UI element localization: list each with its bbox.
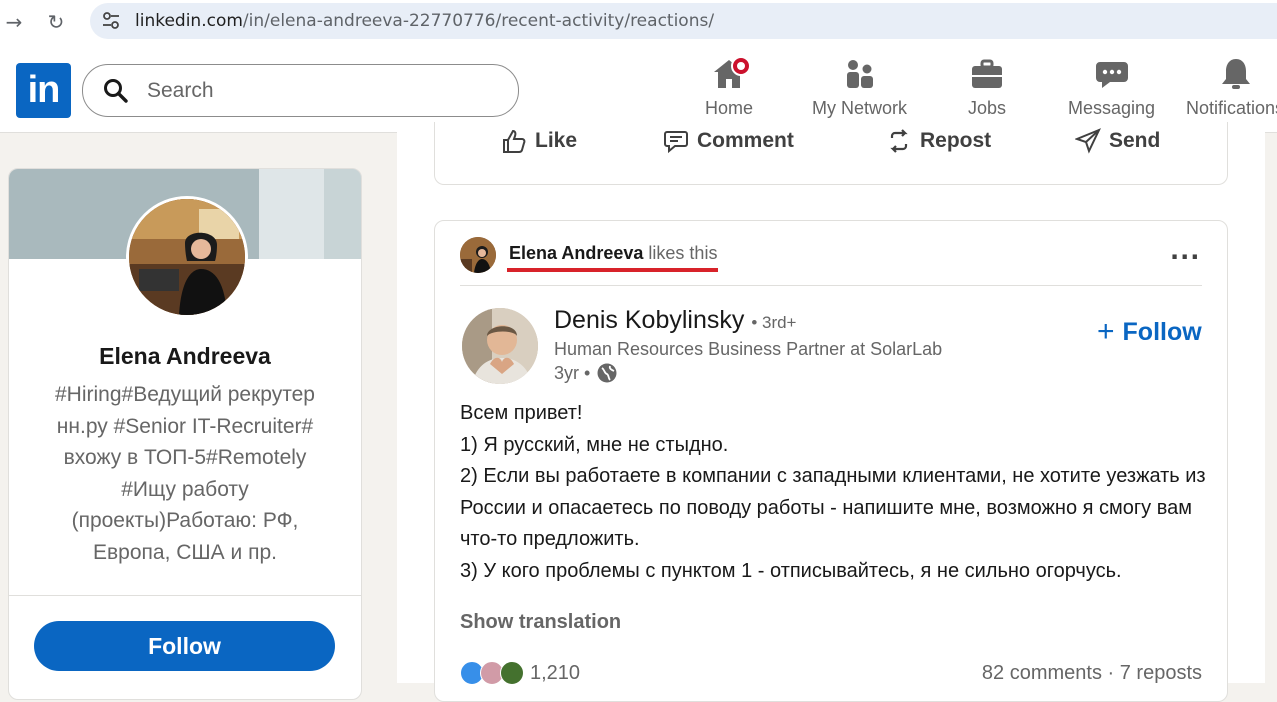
post-time-text: 3yr • [554, 362, 591, 383]
nav-jobs[interactable]: Jobs [968, 56, 1006, 126]
post-line: 1) Я русский, мне не стыдно. [460, 433, 729, 456]
divider [9, 595, 361, 596]
nav-my-network[interactable]: My Network [812, 56, 907, 126]
messaging-icon [1095, 62, 1128, 88]
forward-icon[interactable]: → [0, 8, 28, 36]
liker-line: Elena Andreeva likes this [509, 243, 717, 264]
author-name-line[interactable]: Denis Kobylinsky • 3rd+ [554, 306, 797, 335]
previous-post-actions: Like Comment Repost Send [434, 122, 1228, 185]
author-title: Human Resources Business Partner at Sola… [554, 339, 943, 359]
connection-degree: • 3rd+ [751, 313, 797, 332]
follow-author-label: Follow [1122, 317, 1202, 346]
nav-messaging[interactable]: Messaging [1068, 56, 1155, 126]
send-button[interactable]: Send [1075, 126, 1160, 156]
repost-label: Repost [920, 129, 992, 152]
profile-follow-button[interactable]: Follow [34, 621, 335, 671]
reload-icon[interactable]: ↻ [42, 8, 70, 36]
comment-button[interactable]: Comment [663, 126, 794, 156]
url-text[interactable]: linkedin.com/in/elena-andreeva-22770776/… [135, 11, 714, 31]
profile-name[interactable]: Elena Andreeva [9, 343, 361, 370]
support-reaction-icon [500, 661, 524, 685]
search-icon [104, 79, 128, 103]
comments-reposts-count[interactable]: 82 comments · 7 reposts [982, 662, 1202, 685]
like-label: Like [535, 129, 578, 152]
send-icon [1075, 128, 1101, 154]
profile-avatar[interactable] [126, 196, 248, 318]
post-time: 3yr • [554, 362, 618, 384]
more-options-icon[interactable]: ··· [1170, 243, 1200, 271]
search-input[interactable] [145, 75, 489, 107]
nav-home-label: Home [705, 98, 754, 118]
reactions-summary[interactable]: 1,210 [460, 661, 580, 685]
post-card: Elena Andreeva likes this ··· Denis Koby… [434, 220, 1228, 702]
globe-icon [597, 363, 617, 383]
linkedin-logo[interactable]: in [16, 63, 71, 118]
reaction-count: 1,210 [530, 661, 581, 684]
bell-icon [1222, 59, 1250, 89]
repost-icon [890, 129, 908, 153]
activity-feed: Like Comment Repost Send Elena Andreeva … [397, 122, 1265, 702]
like-icon [503, 129, 526, 153]
comment-label: Comment [697, 129, 794, 152]
liker-name[interactable]: Elena Andreeva [509, 243, 643, 263]
address-bar[interactable]: linkedin.com/in/elena-andreeva-22770776/… [90, 3, 1277, 39]
liker-action: likes this [648, 243, 718, 263]
nav-notifications-label: Notifications [1186, 98, 1277, 118]
like-button[interactable]: Like [501, 126, 577, 156]
browser-toolbar: → ↻ linkedin.com/in/elena-andreeva-22770… [0, 0, 1277, 45]
comment-icon [664, 131, 688, 154]
linkedin-header: in Home My Network [0, 44, 1277, 133]
post-line: 2) Если вы работаете в компании с западн… [460, 465, 1206, 551]
author-avatar[interactable] [462, 308, 538, 384]
network-icon [846, 60, 873, 88]
plus-icon: + [1097, 315, 1115, 348]
profile-headline: #Hiring#Ведущий рекрутер нн.ру #Senior I… [55, 383, 315, 564]
liker-avatar[interactable] [460, 237, 496, 273]
repost-button[interactable]: Repost [886, 126, 991, 156]
post-text: Всем привет! 1) Я русский, мне не стыдно… [460, 398, 1220, 588]
profile-photo [129, 199, 245, 315]
nav-my-network-label: My Network [812, 98, 908, 118]
highlight-underline [507, 268, 718, 272]
profile-card: Elena Andreeva #Hiring#Ведущий рекрутер … [8, 168, 362, 700]
briefcase-icon [972, 59, 1003, 88]
nav-notifications[interactable]: Notifications [1186, 56, 1277, 126]
nav-jobs-label: Jobs [968, 98, 1007, 118]
show-translation-link[interactable]: Show translation [460, 611, 621, 634]
notification-dot [731, 56, 751, 76]
send-label: Send [1109, 129, 1161, 152]
search-box[interactable] [82, 64, 519, 117]
divider [460, 285, 1202, 286]
post-line: Всем привет! [460, 402, 583, 424]
site-settings-icon[interactable] [100, 10, 122, 32]
nav-home[interactable]: Home [705, 56, 753, 126]
post-line: 3) У кого проблемы с пунктом 1 - отписыв… [460, 559, 1122, 582]
follow-author-button[interactable]: + Follow [1097, 315, 1202, 349]
nav-messaging-label: Messaging [1068, 98, 1156, 118]
author-name[interactable]: Denis Kobylinsky [554, 306, 744, 334]
